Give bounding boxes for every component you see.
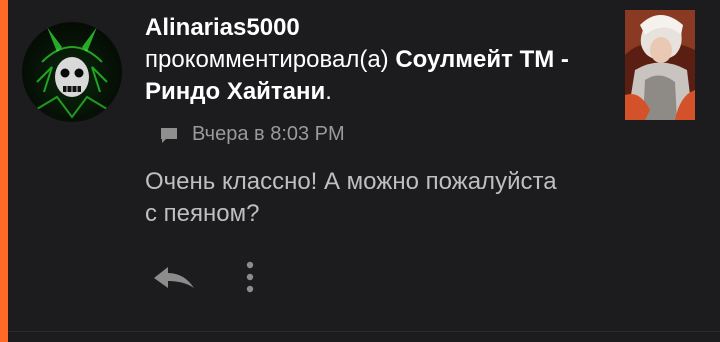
unread-accent-bar <box>0 0 8 342</box>
user-avatar[interactable] <box>22 22 122 122</box>
action-text: прокомментировал(а) <box>145 46 389 73</box>
comment-text: Очень классно! А можно пожалуйста с пеян… <box>145 168 557 227</box>
notification-meta: Вчера в 8:03 PM <box>158 123 345 146</box>
notification-header: Alinarias5000 прокомментировал(а) Соулме… <box>145 12 600 108</box>
reply-button[interactable] <box>150 262 198 294</box>
timestamp: Вчера в 8:03 PM <box>192 123 345 145</box>
more-vertical-icon <box>246 261 254 293</box>
comment-icon <box>161 127 177 143</box>
divider <box>8 331 720 332</box>
more-options-button[interactable] <box>238 258 262 298</box>
story-cover-thumbnail[interactable] <box>625 10 695 120</box>
reply-arrow-icon <box>154 267 194 288</box>
title-period: . <box>325 78 332 105</box>
comment-notification[interactable]: Alinarias5000 прокомментировал(а) Соулме… <box>0 0 720 342</box>
username-link[interactable]: Alinarias5000 <box>145 12 600 44</box>
